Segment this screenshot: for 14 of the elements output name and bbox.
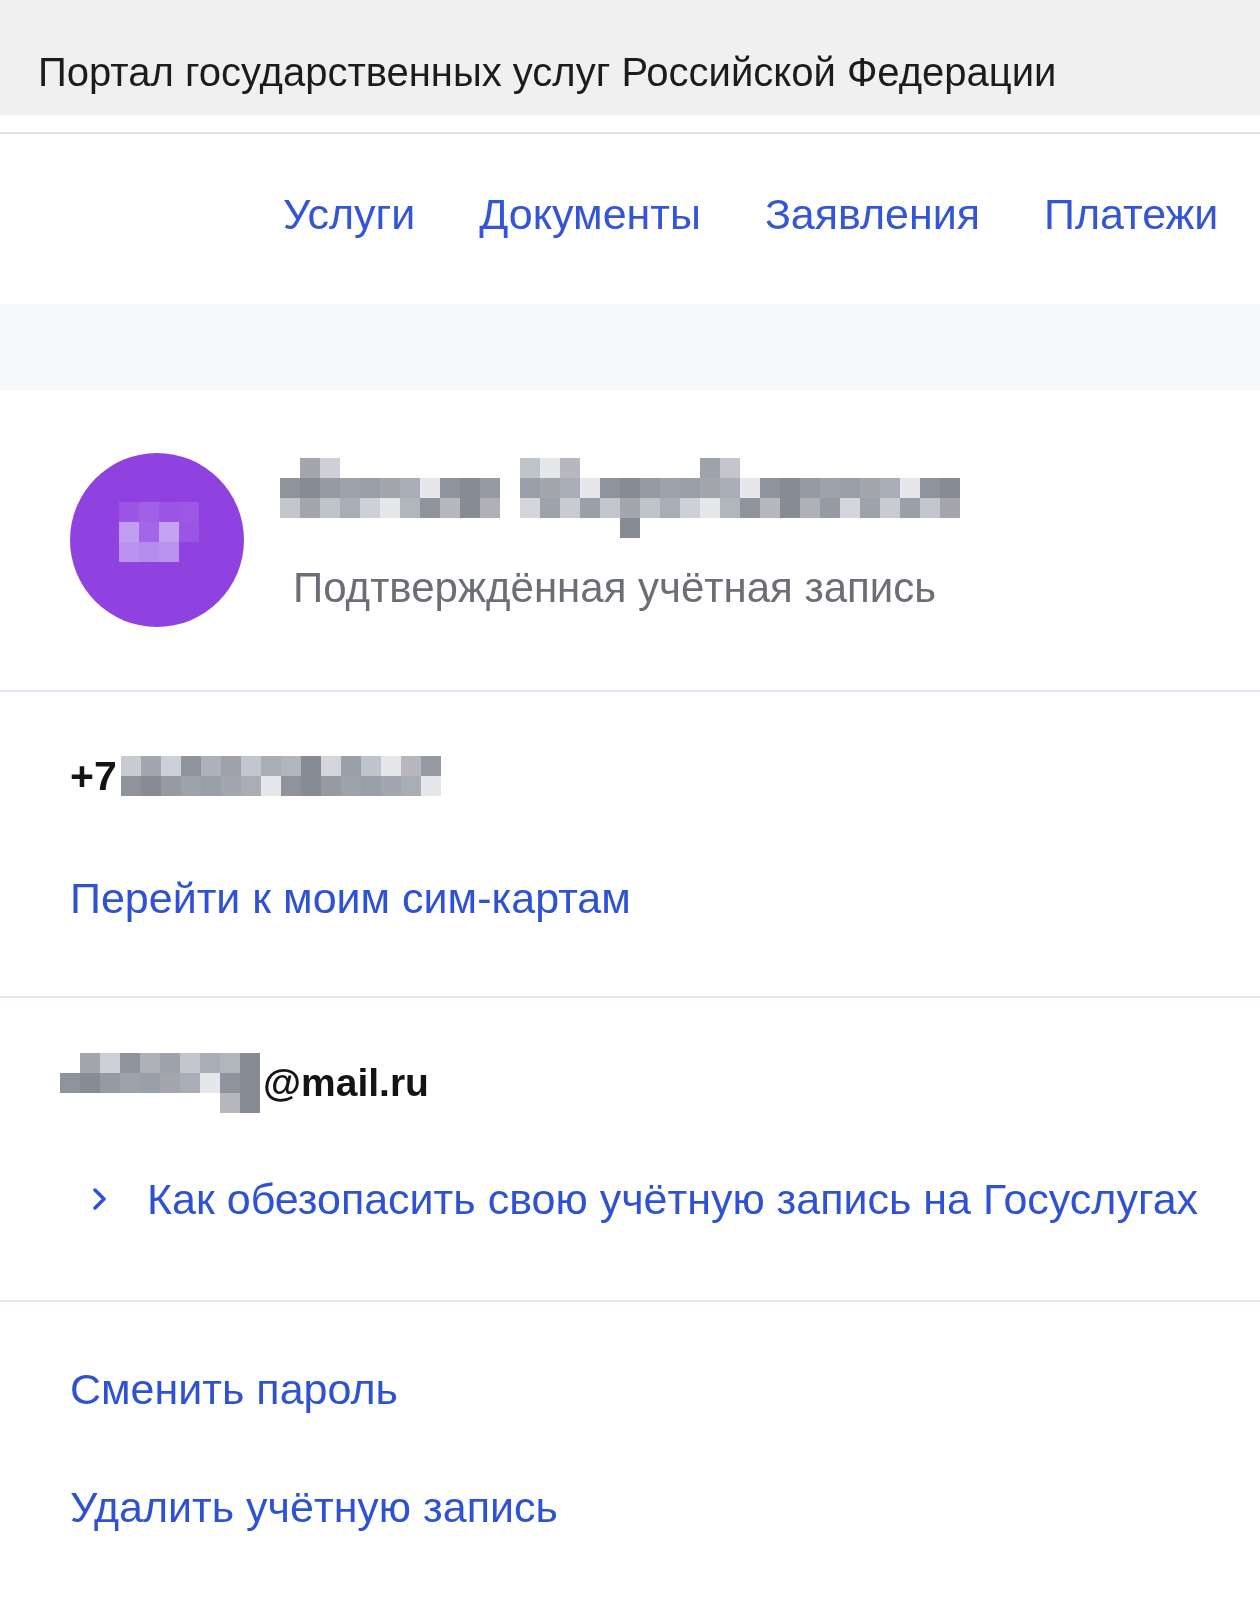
avatar-icon bbox=[70, 453, 244, 627]
account-action-link[interactable]: Сменить пароль bbox=[70, 1364, 398, 1414]
email-domain: @mail.ru bbox=[263, 1060, 429, 1106]
nav-link[interactable]: Услуги bbox=[283, 189, 416, 239]
nav-link[interactable]: Документы bbox=[479, 189, 701, 239]
nav-link[interactable]: Платежи bbox=[1044, 189, 1219, 239]
sim-cards-link[interactable]: Перейти к моим сим-картам bbox=[70, 873, 631, 923]
phone-prefix: +7 bbox=[70, 752, 117, 801]
page-title: Портал государственных услуг Российской Федерации bbox=[38, 48, 1057, 95]
chevron-right-icon bbox=[93, 1188, 107, 1210]
account-status: Подтверждённая учётная запись bbox=[292, 563, 938, 613]
security-link[interactable]: Как обезопасить свою учётную запись на Госуслугах bbox=[93, 1174, 1199, 1224]
nav-link[interactable]: Заявления bbox=[764, 189, 980, 239]
account-action-link[interactable]: Удалить учётную запись bbox=[70, 1482, 558, 1532]
